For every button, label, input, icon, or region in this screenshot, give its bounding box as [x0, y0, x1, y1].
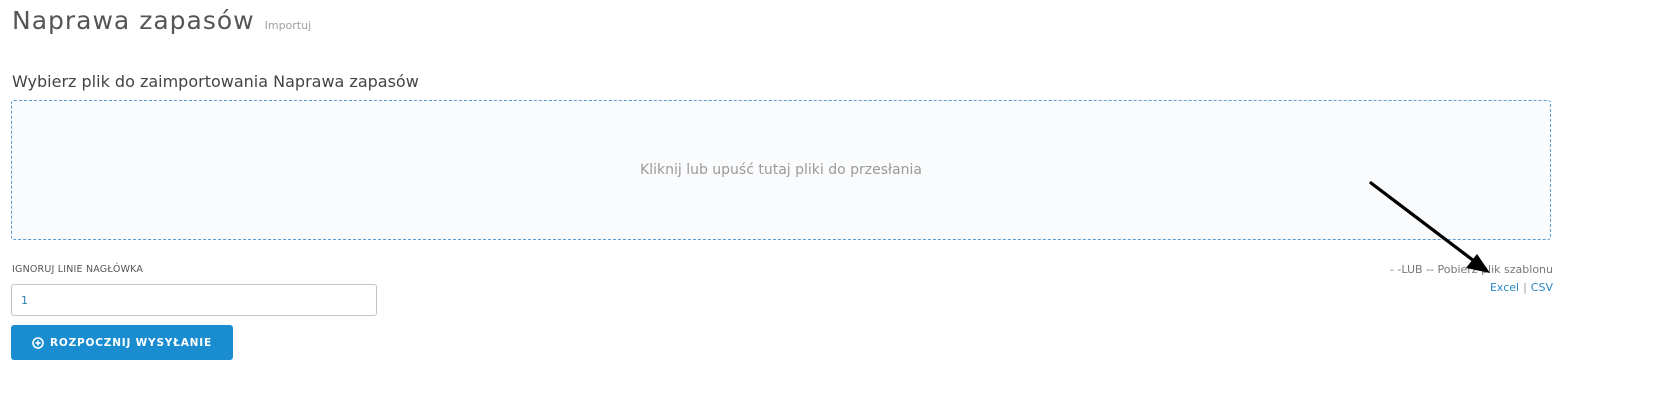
template-download: - -LUB -- Pobierz plik szablonu Excel | CS…	[1390, 263, 1553, 294]
start-upload-label: ROZPOCZNIJ WYSYŁANIE	[50, 336, 212, 349]
dropzone-text: Kliknij lub upuść tutaj pliki do przesła…	[640, 162, 922, 178]
page-subtitle: Importuj	[264, 19, 312, 32]
ignore-header-input[interactable]	[11, 284, 377, 316]
ignore-header-label: IGNORUJ LINIE NAGŁÓWKA	[12, 264, 144, 275]
template-links: Excel | CSV	[1390, 281, 1553, 294]
import-page: Naprawa zapasów Importuj Wybierz plik do…	[0, 0, 1666, 401]
template-download-text: - -LUB -- Pobierz plik szablonu	[1389, 263, 1553, 276]
csv-template-link[interactable]: CSV	[1531, 281, 1553, 294]
excel-template-link[interactable]: Excel	[1490, 281, 1519, 294]
link-separator: |	[1523, 281, 1527, 294]
plus-circle-icon	[32, 336, 44, 349]
start-upload-button[interactable]: ROZPOCZNIJ WYSYŁANIE	[11, 325, 233, 360]
page-header: Naprawa zapasów Importuj	[12, 6, 311, 35]
section-title: Wybierz plik do zaimportowania Naprawa z…	[12, 72, 419, 91]
page-title: Naprawa zapasów	[12, 6, 255, 35]
file-dropzone[interactable]: Kliknij lub upuść tutaj pliki do przesła…	[11, 100, 1551, 240]
